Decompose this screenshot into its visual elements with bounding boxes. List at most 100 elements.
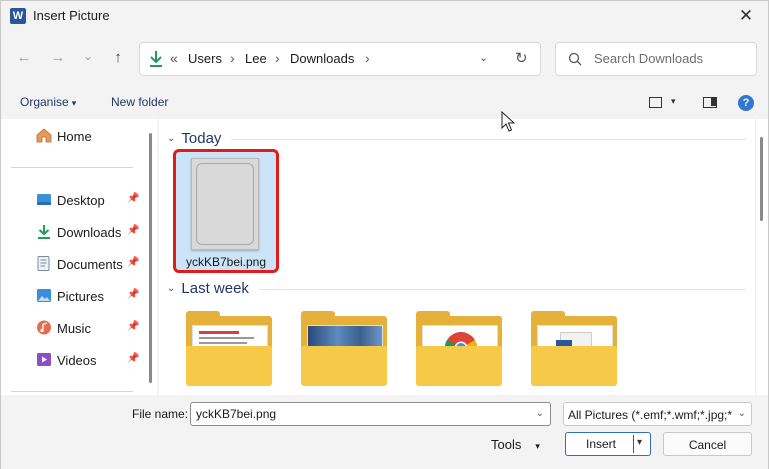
pin-icon[interactable]: 📌 bbox=[127, 193, 139, 204]
pin-icon[interactable]: 📌 bbox=[127, 353, 139, 364]
breadcrumb-downloads[interactable]: Downloads bbox=[290, 51, 354, 66]
sidebar-item-label: Music bbox=[57, 321, 91, 336]
documents-icon bbox=[37, 256, 50, 271]
file-type-filter[interactable]: All Pictures (*.emf;*.wmf;*.jpg;* ⌄ bbox=[563, 402, 752, 426]
title-bar: W Insert Picture ✕ bbox=[1, 1, 768, 31]
sidebar-item-label: Documents bbox=[57, 257, 123, 272]
sidebar-item-desktop[interactable]: Desktop 📌 bbox=[1, 188, 146, 212]
up-arrow-icon: ↑ bbox=[114, 49, 122, 66]
sidebar-item-documents[interactable]: Documents 📌 bbox=[1, 252, 146, 276]
forward-arrow-icon: → bbox=[50, 49, 66, 66]
pin-icon[interactable]: 📌 bbox=[127, 289, 139, 300]
folder-icon bbox=[186, 346, 272, 386]
navigation-pane: Home Desktop 📌 Downloads 📌 Documents 📌 P… bbox=[1, 119, 157, 395]
chevron-down-icon: ⌄ bbox=[167, 283, 176, 294]
insert-label: Insert bbox=[586, 437, 617, 451]
file-list-pane: ⌄ Today yckKB7bei.png ⌄ Last week bbox=[159, 119, 755, 395]
navigation-bar: ← → ⌄ ↑ « Users › Lee › Downloads › ⌄ ↻ bbox=[1, 37, 768, 81]
insert-picture-dialog: W Insert Picture ✕ ← → ⌄ ↑ « Users › Lee… bbox=[0, 0, 769, 469]
tools-label: Tools bbox=[491, 437, 522, 452]
file-name-label: File name: bbox=[132, 407, 189, 421]
folder-icon bbox=[531, 346, 617, 386]
group-divider bbox=[259, 289, 746, 290]
insert-options-caret[interactable]: ▾ bbox=[637, 437, 642, 448]
refresh-button[interactable]: ↻ bbox=[515, 49, 528, 67]
back-button[interactable]: ← bbox=[13, 49, 35, 66]
sidebar-divider bbox=[11, 167, 133, 168]
sidebar-item-label: Videos bbox=[57, 353, 97, 368]
cancel-button[interactable]: Cancel bbox=[663, 432, 752, 456]
address-history-dropdown[interactable]: ⌄ bbox=[479, 51, 488, 64]
group-header-label: Today bbox=[181, 130, 222, 147]
cancel-label: Cancel bbox=[688, 438, 727, 452]
recent-locations-button[interactable]: ⌄ bbox=[77, 49, 99, 63]
search-icon bbox=[568, 52, 582, 66]
chevron-down-icon: ⌄ bbox=[82, 49, 94, 63]
group-header-last-week[interactable]: ⌄ Last week bbox=[167, 280, 249, 297]
caret-down-icon: ▾ bbox=[535, 441, 540, 451]
scrollbar-thumb[interactable] bbox=[149, 133, 152, 383]
organise-button[interactable]: Organise ▾ bbox=[20, 95, 76, 109]
preview-pane-icon[interactable] bbox=[703, 97, 717, 108]
refresh-icon: ↻ bbox=[515, 50, 528, 67]
folder-item[interactable] bbox=[416, 311, 502, 386]
new-folder-button[interactable]: New folder bbox=[111, 95, 168, 109]
home-icon bbox=[36, 128, 52, 143]
sidebar-item-label: Desktop bbox=[57, 193, 105, 208]
breadcrumb-separator[interactable]: › bbox=[365, 50, 370, 66]
folder-item[interactable] bbox=[301, 311, 387, 386]
breadcrumb-separator[interactable]: › bbox=[230, 50, 235, 66]
command-bar: Organise ▾ New folder ▾ ? bbox=[1, 89, 768, 117]
search-input[interactable] bbox=[594, 51, 749, 66]
help-icon[interactable]: ? bbox=[738, 95, 754, 111]
videos-icon bbox=[37, 353, 51, 366]
file-item-selected[interactable]: yckKB7bei.png bbox=[173, 149, 279, 273]
breadcrumb-overflow[interactable]: « bbox=[170, 50, 178, 66]
chevron-down-icon: ⌄ bbox=[167, 133, 176, 144]
change-view-icon[interactable] bbox=[649, 97, 662, 108]
group-header-label: Last week bbox=[181, 280, 249, 297]
pin-icon[interactable]: 📌 bbox=[127, 225, 139, 236]
pin-icon[interactable]: 📌 bbox=[127, 321, 139, 332]
caret-down-icon: ▾ bbox=[71, 98, 77, 108]
sidebar-item-label: Pictures bbox=[57, 289, 104, 304]
image-thumbnail bbox=[191, 158, 259, 250]
dialog-footer: File name: yckKB7bei.png ⌄ All Pictures … bbox=[1, 395, 768, 469]
chevron-down-icon[interactable]: ⌄ bbox=[536, 408, 544, 419]
sidebar-item-pictures[interactable]: Pictures 📌 bbox=[1, 284, 146, 308]
back-arrow-icon: ← bbox=[16, 49, 32, 66]
folder-item[interactable] bbox=[186, 311, 272, 386]
view-options-caret[interactable]: ▾ bbox=[671, 96, 676, 107]
folder-icon bbox=[416, 346, 502, 386]
organise-label: Organise bbox=[20, 95, 69, 109]
tools-button[interactable]: Tools ▾ bbox=[491, 437, 540, 452]
breadcrumb-separator[interactable]: › bbox=[275, 50, 280, 66]
forward-button[interactable]: → bbox=[47, 49, 69, 66]
group-header-today[interactable]: ⌄ Today bbox=[167, 130, 221, 147]
sidebar-item-music[interactable]: Music 📌 bbox=[1, 316, 146, 340]
search-box[interactable] bbox=[555, 42, 757, 76]
close-button[interactable]: ✕ bbox=[724, 1, 768, 31]
close-icon: ✕ bbox=[738, 6, 754, 25]
file-pane-scrollbar[interactable] bbox=[755, 119, 768, 395]
sidebar-scrollbar[interactable] bbox=[147, 119, 155, 395]
address-bar[interactable]: « Users › Lee › Downloads › ⌄ ↻ bbox=[139, 42, 541, 76]
sidebar-item-home[interactable]: Home bbox=[1, 124, 146, 148]
pictures-icon bbox=[37, 289, 51, 302]
file-name-value: yckKB7bei.png bbox=[196, 407, 277, 421]
downloads-icon bbox=[150, 51, 162, 67]
sidebar-item-downloads[interactable]: Downloads 📌 bbox=[1, 220, 146, 244]
group-divider bbox=[231, 139, 746, 140]
file-name-label: yckKB7bei.png bbox=[185, 255, 267, 269]
sidebar-divider bbox=[11, 391, 133, 392]
file-name-field[interactable]: yckKB7bei.png ⌄ bbox=[190, 402, 551, 426]
breadcrumb-lee[interactable]: Lee bbox=[245, 51, 267, 66]
sidebar-item-videos[interactable]: Videos 📌 bbox=[1, 348, 146, 372]
pin-icon[interactable]: 📌 bbox=[127, 257, 139, 268]
insert-button[interactable]: Insert ▾ bbox=[565, 432, 651, 456]
breadcrumb-users[interactable]: Users bbox=[188, 51, 222, 66]
folder-item[interactable] bbox=[531, 311, 617, 386]
up-button[interactable]: ↑ bbox=[107, 49, 129, 66]
scrollbar-thumb[interactable] bbox=[760, 137, 763, 221]
sidebar-item-label: Home bbox=[57, 129, 92, 144]
